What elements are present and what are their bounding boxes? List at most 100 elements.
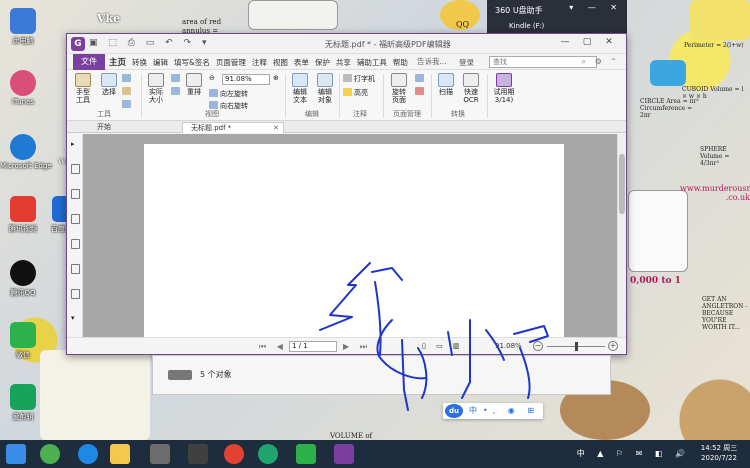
attachments-panel-icon[interactable] (71, 264, 80, 274)
status-zoom-in-button[interactable]: + (608, 341, 618, 351)
menu-protect[interactable]: 保护 (315, 57, 330, 68)
desktop-icon-qq[interactable]: 腾讯QQ (0, 260, 46, 298)
document-canvas[interactable] (83, 134, 619, 339)
security-panel-icon[interactable] (71, 289, 80, 299)
menu-comment[interactable]: 注释 (252, 57, 267, 68)
next-last-page-buttons[interactable]: ▶ ⏭ (343, 342, 371, 352)
desktop-icon-wechat[interactable]: 微信 (0, 322, 46, 360)
scan-button[interactable]: 扫描 (435, 73, 457, 96)
status-zoom-out-button[interactable]: − (533, 341, 543, 351)
insert-page-button[interactable] (415, 74, 426, 83)
tab-start[interactable]: 开始 (89, 122, 179, 133)
typewriter-button[interactable]: 打字机 (343, 74, 375, 84)
panel-collapse-icon[interactable]: ▾ (71, 314, 75, 322)
usb-device-name[interactable]: Kindle (F:) (509, 22, 544, 30)
edit-text-button[interactable]: 编辑 文本 (289, 73, 311, 104)
start-button[interactable] (6, 444, 26, 464)
status-zoom-value: 91.08% (495, 342, 522, 350)
pdf-editor-window[interactable]: G ▣ ⬚ ⎙ ▭ ↶ ↷ ▾ 无标题.pdf * - 福昕高级PDF编辑器 —… (66, 33, 627, 355)
desktop-icon-itunes[interactable]: iTunes (0, 70, 46, 106)
minimize-button[interactable]: — (554, 37, 576, 47)
menu-fill-sign[interactable]: 填写&签名 (174, 57, 210, 68)
clipboard-button[interactable] (122, 87, 133, 96)
menu-edit[interactable]: 编辑 (153, 57, 168, 68)
taskbar-360-icon[interactable] (40, 444, 60, 464)
scrollbar-thumb[interactable] (619, 154, 625, 214)
login-button[interactable]: 登录 (459, 57, 474, 68)
vertical-scrollbar[interactable] (617, 134, 626, 339)
desktop-icon-ijianji[interactable]: 爱剪辑 (0, 384, 46, 422)
menu-convert[interactable]: 转换 (132, 57, 147, 68)
reflow-button[interactable]: 重排 (183, 73, 205, 96)
fit-page-button[interactable] (171, 74, 182, 83)
pdf-page[interactable] (144, 144, 564, 339)
ime-mode-toggle[interactable]: 中 (469, 403, 477, 419)
title-bar[interactable]: G ▣ ⬚ ⎙ ▭ ↶ ↷ ▾ 无标题.pdf * - 福昕高级PDF编辑器 —… (67, 34, 626, 54)
fit-width-button[interactable] (171, 87, 182, 96)
ime-toolbar[interactable]: du 中 •, ◉ ⊞ (443, 403, 543, 419)
quick-access-toolbar[interactable]: ▣ ⬚ ⎙ ▭ ↶ ↷ ▾ (89, 38, 210, 48)
taskbar-clock[interactable]: 14:52 周三 2020/7/22 (692, 443, 746, 463)
actual-size-button[interactable]: 实际 大小 (145, 73, 167, 104)
file-explorer-window[interactable]: 5 个对象 (152, 355, 611, 395)
usb-assistant-controls[interactable]: ▾ — ✕ (569, 3, 623, 12)
taskbar-chrome-icon[interactable] (224, 444, 244, 464)
comments-panel-icon[interactable] (71, 239, 80, 249)
taskbar-explorer-icon[interactable] (110, 444, 130, 464)
tab-close-icon[interactable]: ✕ (273, 123, 279, 133)
menu-accessibility[interactable]: 辅助工具 (357, 57, 387, 68)
menu-form[interactable]: 表单 (294, 57, 309, 68)
tab-untitled-pdf[interactable]: 无标题.pdf * ✕ (182, 122, 284, 133)
system-tray-icons[interactable]: 中 ▲ ⚐ ✉ ◧ 🔊 (577, 448, 690, 459)
desktop-icon-edge[interactable]: Microsoft Edge (0, 134, 52, 170)
menu-home[interactable]: 主页 (109, 56, 126, 68)
zoom-out-button[interactable]: ⊖ (209, 74, 215, 82)
taskbar-foxit-icon[interactable] (334, 444, 354, 464)
highlight-button[interactable]: 高亮 (343, 88, 368, 98)
link-button[interactable] (122, 100, 133, 109)
close-button[interactable]: ✕ (598, 37, 620, 47)
fit-page-icon (171, 74, 180, 82)
first-prev-page-buttons[interactable]: ⏮ ◀ (259, 342, 287, 352)
taskbar-iqiyi-icon[interactable] (296, 444, 316, 464)
rotate-page-button[interactable]: 旋转 页面 (387, 73, 411, 104)
taskbar-edge-icon[interactable] (258, 444, 278, 464)
pages-panel-icon[interactable] (71, 189, 80, 199)
desktop-icon-this-pc[interactable]: 此电脑 (0, 8, 46, 46)
panel-expand-icon[interactable]: ▸ (71, 140, 75, 148)
taskbar-ie-icon[interactable] (78, 444, 98, 464)
window-title: 无标题.pdf * - 福昕高级PDF编辑器 (325, 40, 451, 49)
menu-view[interactable]: 视图 (273, 57, 288, 68)
bookmark-panel-icon[interactable] (71, 164, 80, 174)
layers-panel-icon[interactable] (71, 214, 80, 224)
tell-me-field[interactable]: 告诉我... (417, 56, 447, 67)
ime-tool-icons[interactable]: •, ◉ ⊞ (483, 403, 539, 419)
trial-period-button[interactable]: 试用期 3/14) (489, 73, 519, 104)
usb-assistant-window[interactable]: 360 U盘助手 Kindle (F:) ▾ — ✕ (487, 0, 627, 34)
rotate-left-button[interactable]: 向左旋转 (209, 89, 248, 99)
menu-page-management[interactable]: 页面管理 (216, 57, 246, 68)
zoom-input[interactable]: 91.08% (222, 74, 270, 85)
view-mode-buttons[interactable]: ▯ ▭ ▥ (422, 342, 464, 350)
file-menu[interactable]: 文件 (73, 54, 105, 70)
delete-page-button[interactable] (415, 87, 426, 96)
zoom-slider[interactable] (547, 342, 605, 351)
menu-right-icons[interactable]: ⌕ ⚙ ⌃ (582, 57, 620, 67)
hand-tool-button[interactable]: 手型 工具 (73, 73, 93, 104)
quick-ocr-label: 快速 OCR (463, 88, 479, 104)
page-number-input[interactable]: 1 / 1 (289, 341, 337, 352)
snapshot-button[interactable] (122, 74, 133, 83)
select-tool-button[interactable]: 选择 (99, 73, 119, 96)
quick-ocr-button[interactable]: 快速 OCR (459, 73, 483, 104)
desktop-icon-tencent-video[interactable]: 腾讯视频 (0, 196, 46, 234)
menu-help[interactable]: 帮助 (393, 57, 408, 68)
window-controls[interactable]: — ▢ ✕ (554, 37, 620, 47)
taskbar-store-icon[interactable] (150, 444, 170, 464)
maximize-button[interactable]: ▢ (576, 37, 598, 47)
taskbar-app-icon[interactable] (188, 444, 208, 464)
edit-object-button[interactable]: 编辑 对象 (313, 73, 337, 104)
baidu-ime-logo-icon[interactable]: du (445, 404, 463, 418)
menu-share[interactable]: 共享 (336, 57, 351, 68)
menu-bar: 文件 主页 转换 编辑 填写&签名 页面管理 注释 视图 表单 保护 共享 辅助… (67, 54, 626, 70)
zoom-in-button[interactable]: ⊕ (273, 74, 279, 82)
